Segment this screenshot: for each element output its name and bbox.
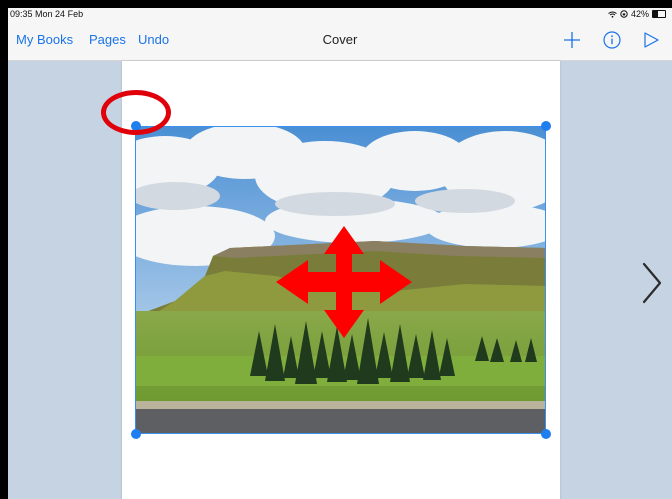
navigation-bar: My Books Pages Undo Cover (8, 20, 672, 61)
pages-button[interactable]: Pages (89, 20, 126, 60)
wifi-icon (608, 11, 617, 18)
my-books-button[interactable]: My Books (16, 20, 73, 60)
battery-percent: 42% (630, 9, 649, 19)
landscape-photo-image (135, 126, 546, 434)
resize-handle-bottom-right[interactable] (541, 429, 551, 439)
resize-handle-top-right[interactable] (541, 121, 551, 131)
chevron-right-icon[interactable] (638, 260, 666, 306)
resize-handle-top-left[interactable] (131, 121, 141, 131)
info-icon[interactable] (602, 30, 622, 50)
battery-icon (652, 10, 666, 18)
landscape-photo[interactable] (135, 126, 546, 434)
plus-icon[interactable] (562, 30, 582, 50)
status-bar: 09:35 Mon 24 Feb 42% (8, 8, 672, 20)
status-date-text: Mon 24 Feb (35, 9, 84, 19)
status-right: 42% (608, 8, 666, 20)
status-time-text: 09:35 (10, 9, 33, 19)
status-time: 09:35 Mon 24 Feb (10, 8, 83, 20)
battery-fill (653, 11, 659, 17)
resize-handle-bottom-left[interactable] (131, 429, 141, 439)
device-frame: 09:35 Mon 24 Feb 42% My Books Pages Undo… (0, 0, 672, 499)
orientation-lock-icon (620, 10, 628, 18)
screen: 09:35 Mon 24 Feb 42% My Books Pages Undo… (8, 8, 672, 499)
play-icon[interactable] (641, 30, 661, 50)
undo-button[interactable]: Undo (138, 20, 169, 60)
